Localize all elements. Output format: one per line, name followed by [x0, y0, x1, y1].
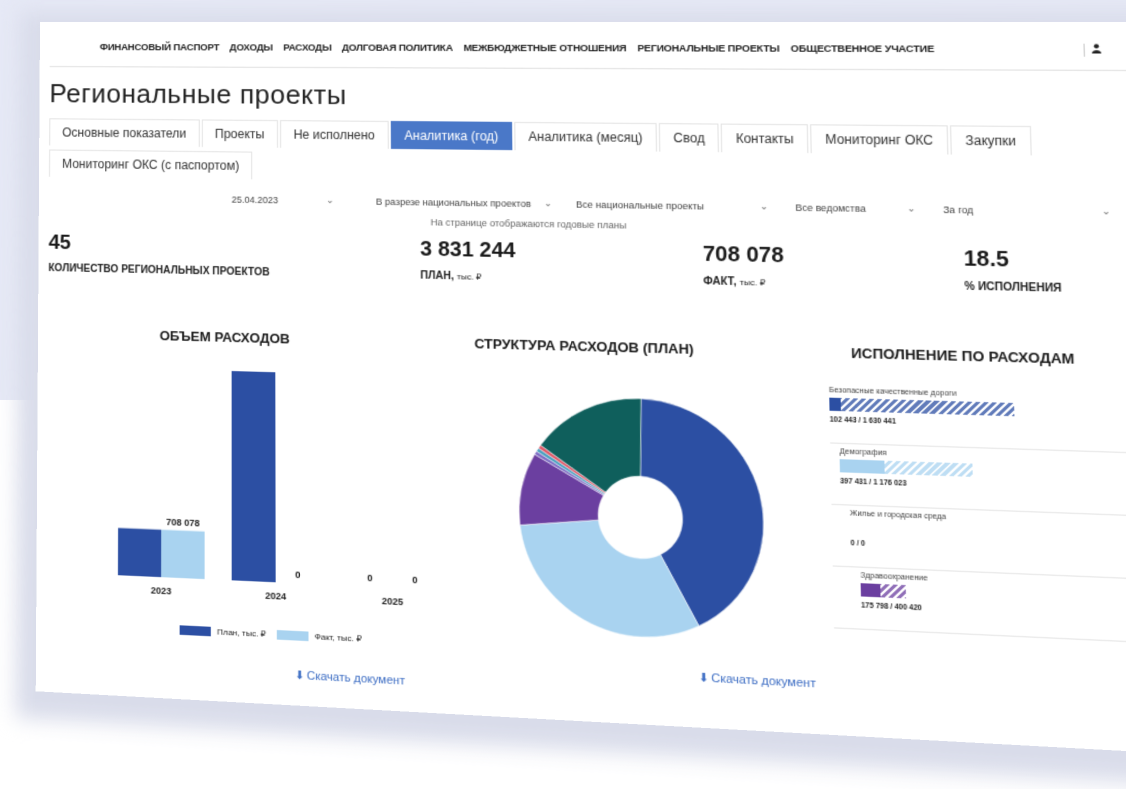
download-button-structure[interactable]: ⬇ Скачать документ: [698, 670, 816, 690]
kpi-count-value: 45: [49, 231, 270, 259]
execution-plan-bar: [829, 398, 1014, 417]
kpi-fact-unit: тыс. ₽: [740, 278, 766, 288]
nav-item-regional-projects[interactable]: РЕГИОНАЛЬНЫЕ ПРОЕКТЫ: [637, 43, 779, 55]
kpi-fact-caption: ФАКТ, тыс. ₽: [703, 276, 784, 289]
departments-value: Все ведомства: [795, 202, 866, 214]
tab-purchases[interactable]: Закупки: [950, 125, 1032, 155]
download-icon: ⬇: [698, 671, 709, 685]
donut-slice-1[interactable]: [520, 517, 699, 640]
chevron-down-icon: ⌄: [1102, 205, 1111, 217]
bar-2023-fact: [161, 530, 205, 579]
execution-row[interactable]: Безопасные качественные дороги 102 443 / …: [829, 382, 1126, 453]
tab-oks-monitoring-passport[interactable]: Мониторинг ОКС (с паспортом): [49, 149, 253, 179]
chevron-down-icon: ⌄: [326, 195, 334, 206]
nav-item-revenues[interactable]: ДОХОДЫ: [230, 42, 273, 53]
nav-item-interbudget[interactable]: МЕЖБЮДЖЕТНЫЕ ОТНОШЕНИЯ: [463, 43, 626, 55]
top-navigation: ФИНАНСОВЫЙ ПАСПОРТ ДОХОДЫ РАСХОДЫ ДОЛГОВ…: [100, 42, 935, 55]
header-divider: [50, 66, 1126, 71]
kpi-plan-value: 3 831 244: [420, 238, 516, 264]
page-title: Региональные проекты: [49, 78, 346, 111]
tab-contacts[interactable]: Контакты: [721, 124, 809, 154]
tab-oks-monitoring[interactable]: Мониторинг ОКС: [810, 124, 948, 154]
chevron-down-icon: ⌄: [907, 203, 916, 215]
x-tick-label: 2023: [151, 585, 172, 596]
nav-item-financial-passport[interactable]: ФИНАНСОВЫЙ ПАСПОРТ: [100, 42, 220, 53]
kpi-plan-caption: ПЛАН, тыс. ₽: [420, 270, 516, 283]
nav-item-debt-policy[interactable]: ДОЛГОВАЯ ПОЛИТИКА: [342, 42, 453, 54]
kpi-percent: 18.5 % ИСПОЛНЕНИЯ: [963, 247, 1061, 295]
date-value: 25.04.2023: [232, 194, 279, 205]
legend-swatch-fact: [276, 630, 308, 641]
legend-swatch-plan: [180, 625, 211, 636]
kpi-fact-value: 708 078: [703, 243, 784, 269]
projects-select[interactable]: Все национальные проекты ⌄: [576, 198, 769, 212]
volume-chart-title: ОБЪЕМ РАСХОДОВ: [160, 328, 290, 347]
bar-data-label: 708 078: [166, 516, 200, 528]
execution-row-value: 102 443 / 1 630 441: [830, 416, 1126, 433]
grouping-value: В разрезе национальных проектов: [376, 196, 531, 209]
bar-data-label: 0: [412, 575, 417, 586]
nav-item-public-participation[interactable]: ОБЩЕСТВЕННОЕ УЧАСТИЕ: [791, 43, 935, 55]
filter-bar: 25.04.2023 ⌄ В разрезе национальных прое…: [232, 193, 1111, 217]
structure-donut-chart: [496, 378, 789, 671]
bar-2025-plan: [348, 586, 393, 588]
tab-main-indicators[interactable]: Основные показатели: [49, 118, 199, 147]
execution-chart-title: ИСПОЛНЕНИЕ ПО РАСХОДАМ: [851, 345, 1075, 367]
kpi-plan-label: ПЛАН,: [420, 270, 454, 282]
execution-fact-bar: [861, 583, 881, 597]
tab-analytics-year[interactable]: Аналитика (год): [391, 121, 513, 150]
execution-row[interactable]: Здравоохранение 175 798 / 400 420: [833, 567, 1126, 644]
structure-chart-title: СТРУКТУРА РАСХОДОВ (ПЛАН): [474, 336, 694, 358]
user-icon[interactable]: [1083, 44, 1101, 57]
projects-value: Все национальные проекты: [576, 199, 704, 211]
tab-bar: Основные показатели Проекты Не исполнено…: [49, 118, 1126, 190]
kpi-fact-label: ФАКТ,: [703, 276, 736, 288]
download-label: Скачать документ: [711, 672, 816, 691]
kpi-plan: 3 831 244 ПЛАН, тыс. ₽: [420, 238, 516, 284]
chevron-down-icon: ⌄: [760, 201, 769, 213]
tab-projects[interactable]: Проекты: [202, 119, 278, 147]
notice-text: На странице отображаются годовые планы: [431, 217, 627, 231]
bar-2024-plan: [232, 371, 276, 582]
download-icon: ⬇: [295, 669, 305, 682]
kpi-percent-value: 18.5: [963, 247, 1061, 274]
volume-bar-chart: 2023 2024 2025 708 078 0 0 0: [77, 367, 423, 621]
bar-data-label: 0: [367, 573, 372, 584]
date-select[interactable]: 25.04.2023 ⌄: [232, 193, 334, 206]
dashboard-page: ФИНАНСОВЫЙ ПАСПОРТ ДОХОДЫ РАСХОДЫ ДОЛГОВ…: [36, 22, 1126, 754]
legend-label-fact: Факт, тыс. ₽: [315, 632, 362, 644]
execution-fact-bar: [829, 398, 841, 411]
bar-2025-fact: [392, 588, 437, 590]
bar-data-label: 0: [295, 569, 300, 580]
execution-fact-bar: [840, 459, 885, 474]
tab-summary[interactable]: Свод: [659, 123, 719, 152]
period-value: За год: [943, 204, 973, 215]
kpi-plan-unit: тыс. ₽: [457, 272, 482, 282]
bar-2023-plan: [118, 528, 161, 577]
departments-select[interactable]: Все ведомства ⌄: [795, 201, 915, 215]
kpi-percent-label: % ИСПОЛНЕНИЯ: [964, 281, 1062, 295]
nav-item-expenses[interactable]: РАСХОДЫ: [283, 42, 331, 53]
download-button-volume[interactable]: ⬇ Скачать документ: [295, 668, 405, 688]
grouping-select[interactable]: В разрезе национальных проектов ⌄: [376, 195, 552, 209]
bar-2024-fact: [276, 582, 320, 584]
x-tick-label: 2025: [382, 596, 404, 608]
kpi-count-label: КОЛИЧЕСТВО РЕГИОНАЛЬНЫХ ПРОЕКТОВ: [48, 263, 269, 279]
legend-label-plan: План, тыс. ₽: [217, 627, 266, 639]
volume-chart-legend: План, тыс. ₽ Факт, тыс. ₽: [180, 625, 362, 644]
chevron-down-icon: ⌄: [544, 198, 552, 210]
tab-analytics-month[interactable]: Аналитика (месяц): [514, 122, 657, 152]
download-label: Скачать документ: [307, 670, 405, 688]
execution-list: Безопасные качественные дороги 102 443 / …: [829, 382, 1126, 643]
kpi-fact: 708 078 ФАКТ, тыс. ₽: [703, 243, 785, 290]
period-select[interactable]: За год ⌄: [943, 203, 1111, 217]
kpi-count: 45 КОЛИЧЕСТВО РЕГИОНАЛЬНЫХ ПРОЕКТОВ: [48, 231, 269, 278]
tab-not-executed[interactable]: Не исполнено: [280, 120, 389, 149]
x-tick-label: 2024: [265, 590, 286, 602]
